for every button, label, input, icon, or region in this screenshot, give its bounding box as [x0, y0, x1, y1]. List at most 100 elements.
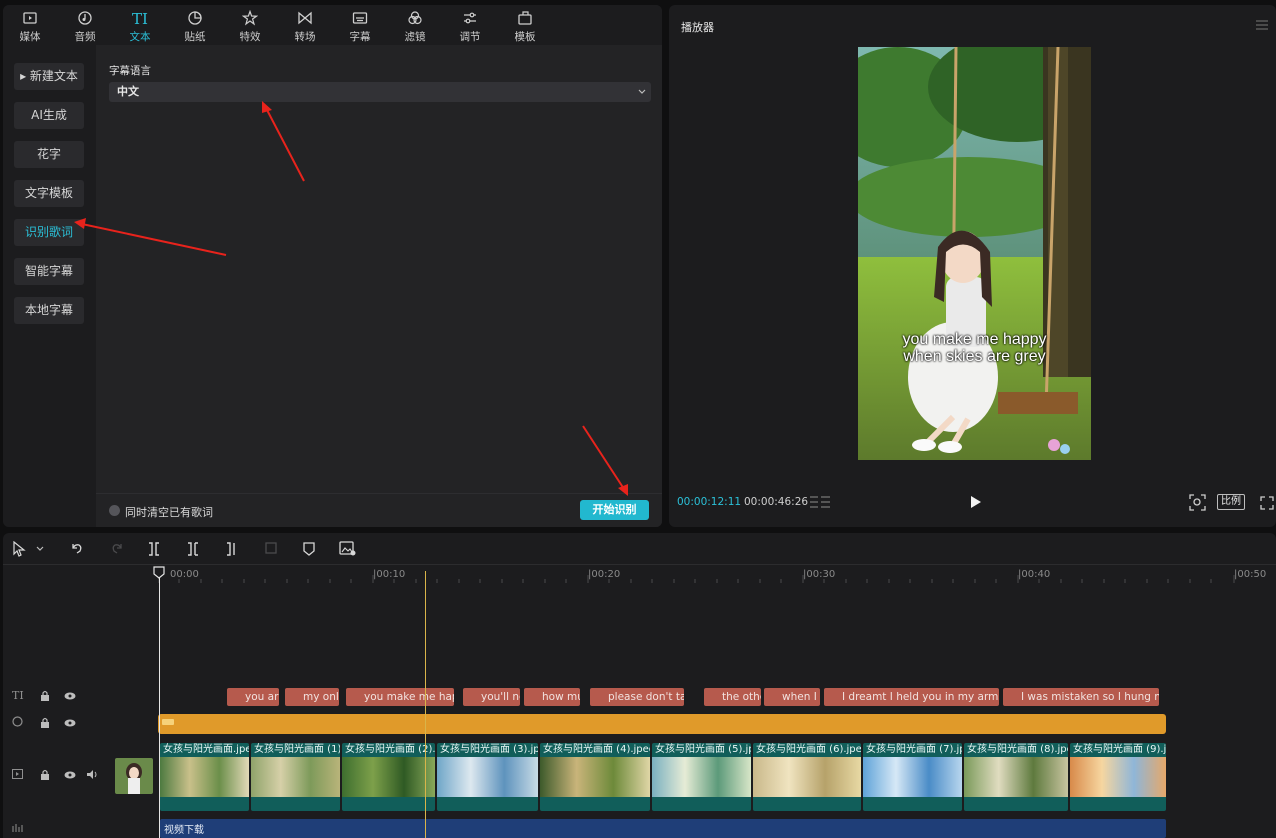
split-left-icon[interactable]: [186, 541, 200, 557]
content-footer: 同时清空已有歌词 开始识别: [96, 493, 662, 527]
text-track-header: TI: [12, 689, 76, 702]
video-clip-label: 女孩与阳光画面.jpeg: [163, 744, 249, 755]
cover-thumbnail[interactable]: [115, 758, 153, 794]
video-subtitle: you make me happy when skies are grey: [858, 331, 1091, 365]
text-clip[interactable]: I was mistaken so I hung my: [1003, 688, 1159, 706]
text-sidebar: ▸ 新建文本 AI生成 花字 文字模板 识别歌词 智能字幕 本地字幕: [3, 45, 96, 527]
toolbar-sticker[interactable]: 贴纸: [173, 8, 217, 44]
effect-clip[interactable]: [158, 714, 1166, 734]
caption-icon: [352, 12, 368, 24]
sidebar-item-lyrics-recognition[interactable]: 识别歌词: [14, 219, 84, 246]
lock-icon[interactable]: [40, 717, 50, 729]
toolbar-audio[interactable]: 音频: [63, 8, 107, 44]
undo-icon[interactable]: [70, 541, 84, 555]
language-select[interactable]: 中文: [109, 82, 651, 102]
video-clip[interactable]: 女孩与阳光画面 (9).jp: [1070, 743, 1166, 811]
start-recognition-button[interactable]: 开始识别: [580, 500, 649, 520]
audio-clip[interactable]: 视频下载: [160, 819, 1166, 838]
video-clip[interactable]: 女孩与阳光画面 (5).jp: [652, 743, 751, 811]
text-clip[interactable]: my onl: [285, 688, 339, 706]
ratio-button[interactable]: 比例: [1217, 494, 1245, 510]
sticker-track-icon: [12, 716, 23, 727]
video-clip[interactable]: 女孩与阳光画面 (3).jpe: [437, 743, 538, 811]
text-clip-label: how mu: [542, 691, 580, 703]
sidebar-item-smart-caption[interactable]: 智能字幕: [14, 258, 84, 285]
text-clip[interactable]: the othe: [704, 688, 761, 706]
video-clip[interactable]: 女孩与阳光画面 (7).jp: [863, 743, 962, 811]
toolbar-adjust[interactable]: 调节: [448, 8, 492, 44]
toolbar-filter-label: 滤镜: [404, 31, 426, 43]
sidebar-item-text-template[interactable]: 文字模板: [14, 180, 84, 207]
sidebar-item-ai-generate[interactable]: AI生成: [14, 102, 84, 129]
split-right-icon[interactable]: [225, 541, 239, 557]
text-clip[interactable]: you ar: [227, 688, 279, 706]
toolbar-effects-label: 特效: [239, 31, 261, 43]
video-track-icon: [12, 769, 23, 779]
sidebar-item-new-text[interactable]: ▸ 新建文本: [14, 63, 84, 90]
template-icon: [518, 11, 532, 25]
menu-icon[interactable]: [1256, 20, 1268, 30]
video-clip[interactable]: 女孩与阳光画面 (6).jpeg: [753, 743, 861, 811]
redo-icon: [112, 544, 122, 554]
visibility-icon[interactable]: [64, 718, 76, 728]
filter-icon: [408, 11, 422, 25]
text-clip-label: my onl: [303, 691, 339, 703]
preview-image: [858, 47, 1091, 460]
text-clip-label: you ar: [245, 691, 279, 703]
video-track-header: [12, 769, 97, 782]
text-clip-label: you'll ne: [481, 691, 520, 703]
video-clip[interactable]: 女孩与阳光画面 (4).jpeg: [540, 743, 650, 811]
sticker-icon: [188, 11, 202, 25]
select-tool-icon[interactable]: [12, 541, 26, 557]
ruler-ticks: [158, 575, 1235, 583]
text-clip[interactable]: how mu: [524, 688, 580, 706]
zoom-fit-icon[interactable]: [1189, 494, 1206, 511]
sidebar-item-local-caption[interactable]: 本地字幕: [14, 297, 84, 324]
time-ruler[interactable]: 00:00 |00:10 |00:20 |00:30 |00:40 |00:50: [158, 565, 1276, 587]
toolbar-adjust-label: 调节: [459, 31, 481, 43]
text-clip[interactable]: you make me happ: [346, 688, 454, 706]
text-clip[interactable]: please don't tal: [590, 688, 684, 706]
toolbar-template[interactable]: 模板: [503, 8, 547, 44]
chevron-down-icon[interactable]: [36, 546, 44, 552]
toolbar-transition[interactable]: 转场: [283, 8, 327, 44]
toolbar-caption[interactable]: 字幕: [338, 8, 382, 44]
text-clip[interactable]: when I l: [764, 688, 820, 706]
lyrics-recognition-content: 字幕语言 中文 同时清空已有歌词 开始识别: [96, 45, 662, 527]
toolbar-sticker-label: 贴纸: [184, 31, 206, 43]
text-clip-label: please don't tal: [608, 691, 684, 703]
list-view-icon[interactable]: [809, 494, 831, 510]
lock-icon[interactable]: [40, 690, 50, 702]
toolbar-transition-label: 转场: [294, 31, 316, 43]
speaker-icon[interactable]: [86, 769, 98, 780]
toolbar-media[interactable]: 媒体: [8, 8, 52, 44]
toolbar-filter[interactable]: 滤镜: [393, 8, 437, 44]
play-icon[interactable]: [970, 496, 982, 508]
delete-icon: [265, 542, 277, 554]
video-clip[interactable]: 女孩与阳光画面 (2).j: [342, 743, 435, 811]
fullscreen-icon[interactable]: [1260, 496, 1274, 510]
text-clip-label: I was mistaken so I hung my: [1021, 691, 1159, 703]
video-clip[interactable]: 女孩与阳光画面 (8).jpe: [964, 743, 1068, 811]
clear-lyrics-checkbox[interactable]: [109, 505, 120, 516]
video-clip-label: 女孩与阳光画面 (7).jp: [866, 744, 962, 755]
text-clip[interactable]: you'll ne: [463, 688, 520, 706]
lock-icon[interactable]: [40, 769, 50, 781]
text-clip-label: you make me happ: [364, 691, 454, 703]
playhead[interactable]: [425, 571, 426, 838]
start-marker-handle[interactable]: [153, 566, 165, 579]
player-panel: 播放器 you make me happy when skies are gre…: [669, 5, 1276, 527]
sidebar-item-fancy-text[interactable]: 花字: [14, 141, 84, 168]
image-edit-icon[interactable]: [339, 541, 356, 557]
visibility-icon[interactable]: [64, 770, 76, 780]
text-clip-label: the othe: [722, 691, 761, 703]
video-clip[interactable]: 女孩与阳光画面.jpeg: [160, 743, 249, 811]
visibility-icon[interactable]: [64, 691, 76, 701]
split-icon[interactable]: [147, 541, 161, 557]
text-clip[interactable]: I dreamt I held you in my arms w: [824, 688, 999, 706]
marker-icon[interactable]: [302, 541, 316, 557]
toolbar-effects[interactable]: 特效: [228, 8, 272, 44]
toolbar-text[interactable]: TI 文本: [118, 8, 162, 44]
video-clip[interactable]: 女孩与阳光画面 (1).j: [251, 743, 340, 811]
chevron-down-icon: [638, 89, 646, 94]
